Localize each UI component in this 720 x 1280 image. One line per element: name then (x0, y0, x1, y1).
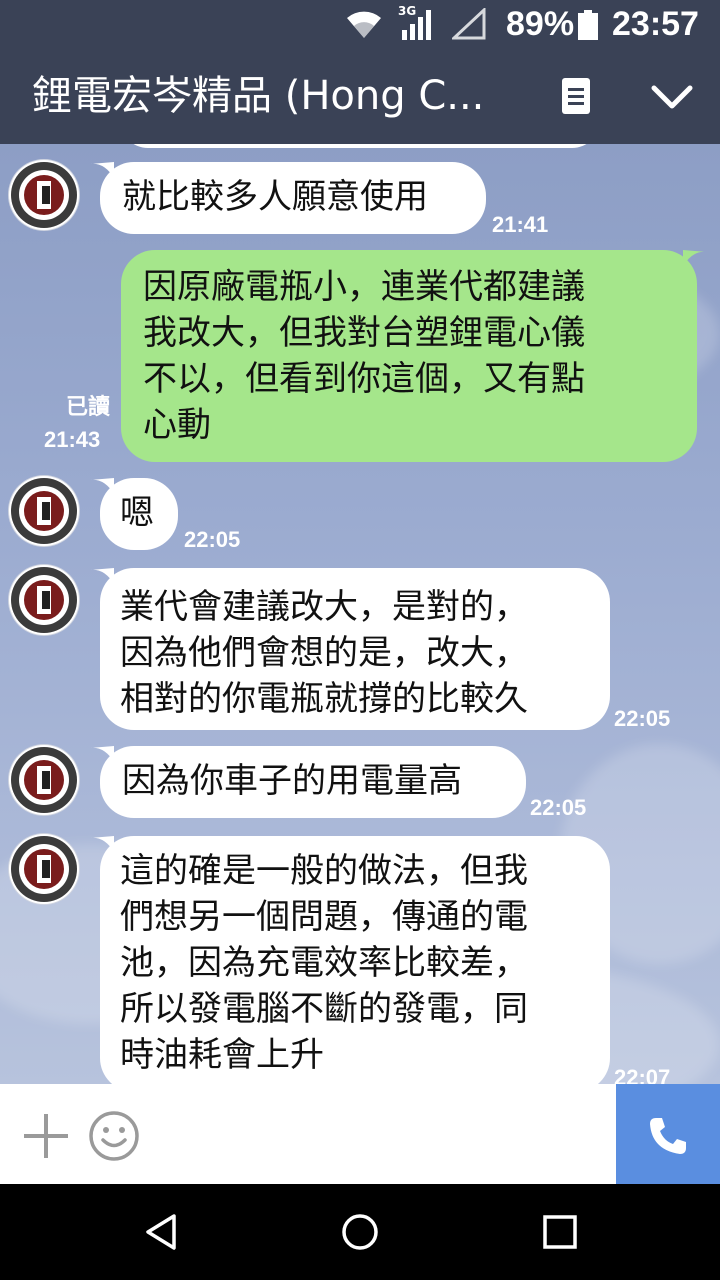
avatar[interactable] (9, 565, 79, 635)
message-time: 22:07 (614, 1065, 671, 1084)
message-text: 因為你車子的用電量高 (122, 761, 462, 801)
home-icon[interactable] (338, 1210, 382, 1254)
clock: 23:57 (612, 5, 699, 43)
phone-icon (650, 1118, 686, 1154)
avatar[interactable] (9, 476, 79, 546)
message-bubble[interactable]: 嗯 (90, 478, 178, 550)
avatar[interactable] (9, 834, 79, 904)
chevron-down-icon[interactable] (648, 78, 696, 118)
chat-header: 鋰電宏岑精品 (Hong C... (0, 48, 720, 144)
message-line: 池，因為充電效率比較差， (120, 943, 528, 983)
emoji-icon[interactable] (88, 1110, 140, 1162)
message-line: 時油耗會上升 (120, 1035, 324, 1075)
message-line: 因原廠電瓶小，連業代都建議 (143, 267, 585, 307)
message-text: 嗯 (120, 493, 154, 533)
message-time: 22:05 (530, 795, 587, 820)
system-nav-bar (0, 1184, 720, 1280)
read-receipt: 已讀 (65, 394, 110, 419)
cell-signal-3g-icon: 3G (398, 4, 438, 42)
message-line: 因為他們會想的是，改大， (120, 633, 528, 673)
message-line: 們想另一個問題，傳通的電 (120, 897, 528, 937)
message-time: 22:05 (614, 706, 671, 731)
message-line: 這的確是一般的做法，但我 (120, 851, 528, 891)
call-button[interactable] (616, 1084, 720, 1184)
back-icon[interactable] (140, 1210, 184, 1254)
avatar[interactable] (9, 745, 79, 815)
message-bubble[interactable]: 業代會建議改大，是對的， 因為他們會想的是，改大， 相對的你電瓶就撐的比較久 (90, 568, 610, 730)
avatar[interactable] (9, 160, 79, 230)
battery-icon (578, 10, 598, 40)
message-text: 就比較多人願意使用 (122, 177, 428, 217)
wifi-icon (347, 11, 381, 38)
message-time: 21:43 (44, 427, 101, 452)
previous-message-bubble (120, 144, 600, 148)
message-line: 業代會建議改大，是對的， (120, 587, 528, 627)
recents-icon[interactable] (538, 1210, 582, 1254)
message-bubble-outgoing[interactable]: 因原廠電瓶小，連業代都建議 我改大，但我對台塑鋰電心儀 不以，但看到你這個，又有… (121, 250, 707, 462)
message-line: 不以，但看到你這個，又有點 (143, 359, 585, 399)
battery-percent: 89% (506, 5, 575, 43)
input-bar (0, 1084, 720, 1184)
notes-icon[interactable] (558, 76, 594, 116)
message-line: 心動 (143, 405, 211, 445)
message-time: 22:05 (184, 527, 241, 552)
cell-signal-empty-icon (452, 8, 486, 40)
message-line: 相對的你電瓶就撐的比較久 (120, 679, 528, 719)
message-line: 所以發電腦不斷的發電，同 (120, 989, 528, 1029)
message-line: 我改大，但我對台塑鋰電心儀 (143, 313, 585, 353)
message-bubble[interactable]: 因為你車子的用電量高 (90, 746, 526, 818)
message-bubble[interactable]: 就比較多人願意使用 (90, 162, 486, 234)
message-time: 21:41 (492, 212, 549, 237)
chat-title[interactable]: 鋰電宏岑精品 (Hong C... (32, 70, 532, 122)
status-bar: 3G 89% 23:57 (0, 0, 720, 48)
plus-icon[interactable] (22, 1112, 70, 1160)
message-bubble[interactable]: 這的確是一般的做法，但我 們想另一個問題，傳通的電 池，因為充電效率比較差， 所… (90, 836, 610, 1084)
chat-area[interactable]: 就比較多人願意使用 21:41 因原廠電瓶小，連業代都建議 我改大，但我對台塑鋰… (0, 144, 720, 1084)
